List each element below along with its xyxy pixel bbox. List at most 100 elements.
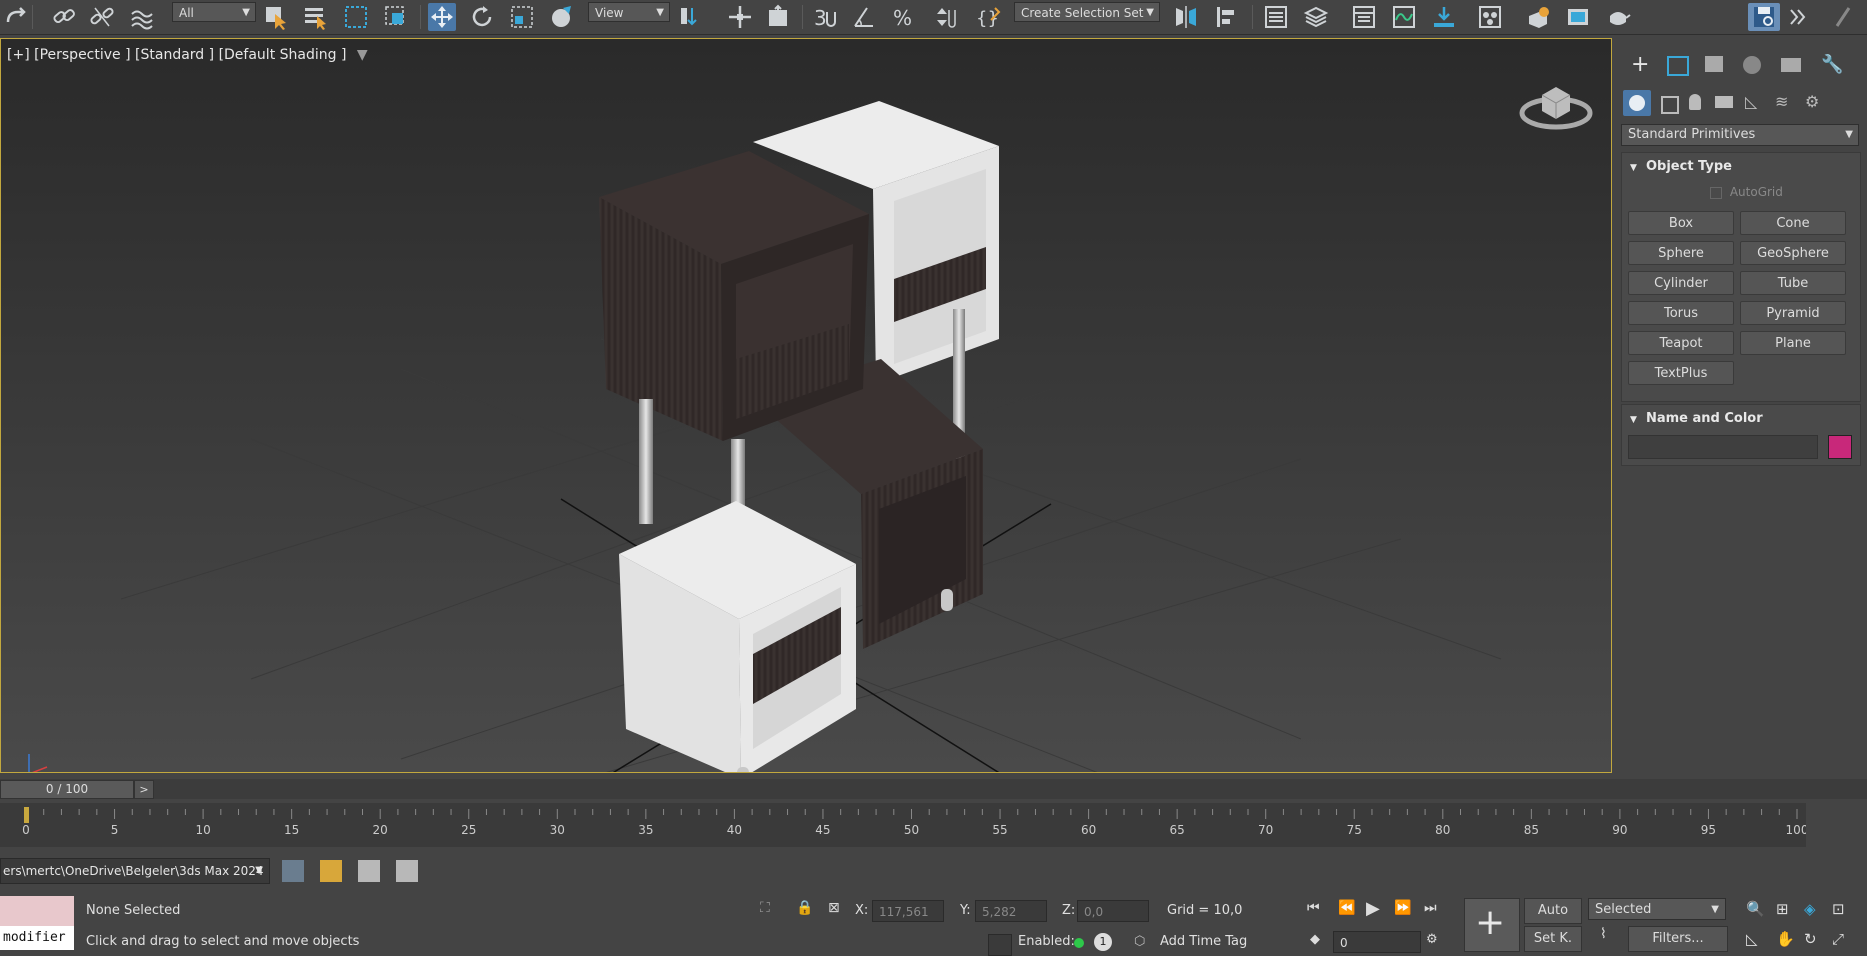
- autogrid-checkbox[interactable]: AutoGrid: [1710, 185, 1783, 199]
- rotate-icon[interactable]: [468, 3, 496, 31]
- select-by-name-icon[interactable]: [302, 3, 330, 31]
- reference-coord-dropdown[interactable]: View ▼: [588, 2, 670, 22]
- track-bar[interactable]: 0 5 10 15 20 25 30 35 40 45 50 55 60 65 70 75 80 85 90 95 10…: [0, 803, 1806, 847]
- snaps-toggle-icon[interactable]: 3: [810, 3, 838, 31]
- zoom-extents-all-icon[interactable]: ⊡: [1832, 900, 1845, 918]
- render-setup-icon[interactable]: [1524, 3, 1552, 31]
- set-key-big-button[interactable]: +: [1464, 898, 1520, 952]
- zoom-all-icon[interactable]: ⊞: [1776, 900, 1789, 918]
- maximize-viewport-icon[interactable]: ⤢: [1832, 930, 1844, 948]
- folder-settings-icon[interactable]: [358, 860, 380, 882]
- render-teapot-icon[interactable]: [1604, 3, 1632, 31]
- scene-explorer-icon[interactable]: [1262, 3, 1290, 31]
- hierarchy-tab-icon[interactable]: [1705, 56, 1723, 72]
- place-icon[interactable]: [548, 3, 576, 31]
- open-folder-icon[interactable]: [320, 860, 342, 882]
- named-selection-icon[interactable]: {}: [974, 3, 1002, 31]
- field-of-view-icon[interactable]: ◺: [1746, 930, 1758, 948]
- align-icon[interactable]: [1212, 3, 1240, 31]
- display-tab-icon[interactable]: [1781, 58, 1801, 72]
- rect-selection-icon[interactable]: [342, 3, 370, 31]
- filters-button[interactable]: Filters...: [1628, 926, 1728, 952]
- absolute-mode-icon[interactable]: ⊠: [828, 900, 840, 916]
- toggle-ribbon-icon[interactable]: [1350, 3, 1378, 31]
- enabled-count-badge[interactable]: 1: [1094, 933, 1112, 951]
- helpers-category-icon[interactable]: ◺: [1745, 92, 1757, 111]
- tube-button[interactable]: Tube: [1740, 271, 1846, 295]
- window-crossing-icon[interactable]: [382, 3, 410, 31]
- y-coord-field[interactable]: 5,282: [975, 900, 1047, 922]
- maxscript-listener-input[interactable]: modifier: [0, 926, 74, 950]
- time-cursor[interactable]: [24, 807, 29, 823]
- time-slider[interactable]: 0 / 100 >: [0, 779, 1867, 799]
- timeline-ruler[interactable]: 0 5 10 15 20 25 30 35 40 45 50 55 60 65 70 75 80 85 90 95 10…: [0, 803, 1806, 847]
- zoom-extents-icon[interactable]: ◈: [1804, 900, 1816, 918]
- scene-geometry[interactable]: [1, 39, 1612, 773]
- angle-snap-icon[interactable]: [850, 3, 878, 31]
- geometry-category-button[interactable]: [1623, 90, 1651, 116]
- pyramid-button[interactable]: Pyramid: [1740, 301, 1846, 325]
- add-time-tag-button[interactable]: Add Time Tag: [1160, 934, 1247, 949]
- create-tab-icon[interactable]: +: [1631, 52, 1649, 77]
- curve-editor-icon[interactable]: [1390, 3, 1418, 31]
- next-frame-button[interactable]: >: [134, 780, 154, 799]
- unlink-icon[interactable]: [88, 3, 116, 31]
- current-frame-spinner[interactable]: 0: [1333, 931, 1421, 953]
- cone-button[interactable]: Cone: [1740, 211, 1846, 235]
- select-manipulate-icon[interactable]: [726, 3, 754, 31]
- lights-category-icon[interactable]: [1689, 94, 1701, 110]
- perspective-viewport[interactable]: [+] [Perspective ] [Standard ] [Default …: [0, 38, 1612, 773]
- object-name-input[interactable]: [1628, 435, 1818, 459]
- zoom-icon[interactable]: 🔍: [1746, 900, 1765, 918]
- key-mode-icon[interactable]: ◆: [1310, 932, 1320, 947]
- goto-end-icon[interactable]: ⏭: [1424, 900, 1437, 916]
- redo-icon[interactable]: [2, 3, 30, 31]
- shapes-category-icon[interactable]: [1661, 96, 1679, 114]
- pivot-center-icon[interactable]: [676, 3, 704, 31]
- percent-snap-icon[interactable]: %: [890, 3, 918, 31]
- more-tools-icon[interactable]: [1828, 3, 1856, 31]
- primitive-category-dropdown[interactable]: Standard Primitives ▼: [1621, 124, 1859, 146]
- link-icon[interactable]: [50, 3, 78, 31]
- material-editor-icon[interactable]: [1476, 3, 1504, 31]
- play-icon[interactable]: ▶: [1366, 898, 1380, 919]
- lock-selection-icon[interactable]: 🔒: [796, 900, 813, 916]
- bind-spacewarp-icon[interactable]: [128, 3, 156, 31]
- motion-tab-icon[interactable]: [1743, 56, 1761, 74]
- spacewarps-category-icon[interactable]: ≋: [1775, 92, 1788, 111]
- systems-category-icon[interactable]: ⚙: [1805, 92, 1819, 111]
- pan-icon[interactable]: ✋: [1776, 930, 1795, 948]
- auto-key-button[interactable]: Auto: [1524, 898, 1582, 924]
- object-type-header[interactable]: ▼ Object Type: [1630, 159, 1732, 174]
- time-config-icon[interactable]: ⚙: [1426, 932, 1438, 947]
- selection-set-dropdown[interactable]: Create Selection Set ▼: [1014, 2, 1160, 22]
- prev-frame-icon[interactable]: ⏪: [1338, 900, 1355, 916]
- textplus-button[interactable]: TextPlus: [1628, 361, 1734, 385]
- set-key-button[interactable]: Set K.: [1524, 926, 1582, 952]
- next-frame-icon[interactable]: ⏩: [1394, 900, 1411, 916]
- project-path-dropdown[interactable]: ers\mertc\OneDrive\Belgeler\3ds Max 2024…: [0, 858, 270, 884]
- folder-create-icon[interactable]: [396, 860, 418, 882]
- goto-start-icon[interactable]: ⏮: [1307, 900, 1320, 916]
- time-slider-thumb[interactable]: 0 / 100: [0, 780, 134, 799]
- project-folder-icon[interactable]: [282, 860, 304, 882]
- plane-button[interactable]: Plane: [1740, 331, 1846, 355]
- object-color-swatch[interactable]: [1828, 435, 1852, 459]
- move-icon[interactable]: [428, 3, 456, 31]
- layer-explorer-icon[interactable]: [1302, 3, 1330, 31]
- adaptive-degradation-icon[interactable]: [988, 934, 1012, 956]
- torus-button[interactable]: Torus: [1628, 301, 1734, 325]
- utilities-tab-icon[interactable]: 🔧: [1821, 54, 1843, 75]
- teapot-button[interactable]: Teapot: [1628, 331, 1734, 355]
- selection-filter-dropdown[interactable]: All ▼: [172, 2, 256, 22]
- geosphere-button[interactable]: GeoSphere: [1740, 241, 1846, 265]
- maxscript-listener-pink[interactable]: [0, 896, 74, 926]
- spinner-snap-icon[interactable]: [930, 3, 958, 31]
- key-filter-dropdown[interactable]: Selected ▼: [1588, 898, 1726, 920]
- select-object-icon[interactable]: [262, 3, 290, 31]
- workspace-save-icon[interactable]: [1748, 3, 1780, 31]
- schematic-view-icon[interactable]: [1430, 3, 1458, 31]
- modify-tab-icon[interactable]: [1667, 56, 1689, 76]
- name-color-header[interactable]: ▼ Name and Color: [1630, 411, 1763, 426]
- cylinder-button[interactable]: Cylinder: [1628, 271, 1734, 295]
